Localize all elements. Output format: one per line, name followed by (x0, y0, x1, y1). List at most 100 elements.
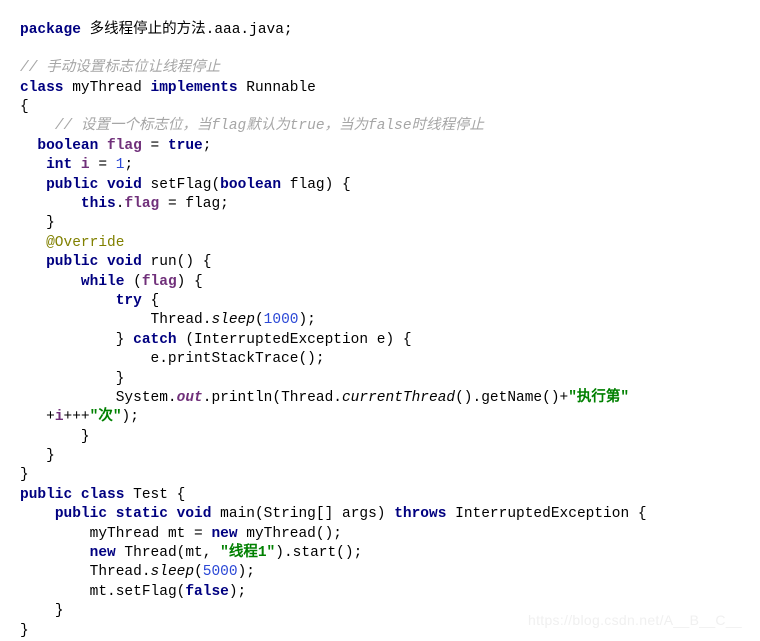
code-token (72, 157, 81, 173)
code-token: setFlag( (142, 177, 220, 193)
code-token: ; (124, 157, 133, 173)
code-token: i (81, 157, 90, 173)
code-line: } catch (InterruptedException e) { (0, 331, 760, 350)
code-token: ( (194, 564, 203, 580)
code-token: i (55, 409, 64, 425)
code-line: System.out.println(Thread.currentThread(… (0, 389, 760, 408)
code-token: InterruptedException { (446, 506, 646, 522)
code-token: flag) { (281, 177, 351, 193)
code-line: } (0, 447, 760, 466)
code-token: sleep (211, 312, 255, 328)
code-token: mt.setFlag( (90, 584, 186, 600)
code-token: new (90, 545, 116, 561)
code-line: // 设置一个标志位，当flag默认为true，当为false时线程停止 (0, 117, 760, 136)
code-token: Thread(mt, (116, 545, 220, 561)
code-token: (InterruptedException e) { (177, 332, 412, 348)
code-token: ).start(); (275, 545, 362, 561)
source-code-block[interactable]: package 多线程停止的方法.aaa.java;​// 手动设置标志位让线程… (0, 21, 760, 641)
code-token: } (116, 332, 133, 348)
code-token: void (107, 177, 142, 193)
code-token: } (55, 603, 64, 619)
code-token: myThread (64, 80, 151, 96)
code-line: Thread.sleep(5000); (0, 563, 760, 582)
code-token: false (185, 584, 229, 600)
code-token: ; (203, 138, 212, 154)
code-token: ( (255, 312, 264, 328)
code-token: "次" (90, 409, 122, 425)
code-line: int i = 1; (0, 156, 760, 175)
watermark-text: https://blog.csdn.net/A__B__C__ (528, 612, 742, 628)
code-line: public void setFlag(boolean flag) { (0, 176, 760, 195)
code-token: e.printStackTrace(); (151, 351, 325, 367)
code-line: } (0, 466, 760, 485)
code-token: boolean (37, 138, 98, 154)
code-token (72, 487, 81, 503)
code-token: new (211, 526, 237, 542)
code-token: catch (133, 332, 177, 348)
code-token: = (142, 138, 168, 154)
code-token: } (116, 371, 125, 387)
code-line: @Override (0, 234, 760, 253)
code-token: } (20, 467, 29, 483)
code-line: class myThread implements Runnable (0, 79, 760, 98)
code-token: public (20, 487, 72, 503)
code-token: } (20, 623, 29, 639)
code-line: public static void main(String[] args) t… (0, 505, 760, 524)
code-token: currentThread (342, 390, 455, 406)
code-token: = (90, 157, 116, 173)
code-token: myThread mt = (90, 526, 212, 542)
code-token: public (55, 506, 107, 522)
code-token: ); (229, 584, 246, 600)
code-token: myThread(); (238, 526, 342, 542)
code-token: flag (107, 138, 142, 154)
code-viewer: package 多线程停止的方法.aaa.java;​// 手动设置标志位让线程… (0, 0, 760, 634)
code-line: myThread mt = new myThread(); (0, 525, 760, 544)
code-line: public void run() { (0, 253, 760, 272)
code-token: } (46, 448, 55, 464)
code-line: ​ (0, 40, 760, 59)
code-line: } (0, 370, 760, 389)
code-token: ().getName()+ (455, 390, 568, 406)
code-token: } (81, 429, 90, 445)
code-line: this.flag = flag; (0, 195, 760, 214)
code-token: Thread. (90, 564, 151, 580)
code-token: void (177, 506, 212, 522)
code-token (98, 254, 107, 270)
code-token: Runnable (238, 80, 316, 96)
code-line: boolean flag = true; (0, 137, 760, 156)
code-token: public (46, 254, 98, 270)
code-token: flag (142, 274, 177, 290)
code-token: this (81, 196, 116, 212)
code-token: 5000 (203, 564, 238, 580)
code-token: ( (124, 274, 141, 290)
code-token: + (46, 409, 55, 425)
code-token: .println(Thread. (203, 390, 342, 406)
code-token: class (81, 487, 125, 503)
code-token: 多线程停止的方法.aaa.java; (81, 22, 293, 38)
code-token (98, 177, 107, 193)
code-token: implements (151, 80, 238, 96)
code-line: while (flag) { (0, 273, 760, 292)
code-token (168, 506, 177, 522)
code-line: package 多线程停止的方法.aaa.java; (0, 21, 760, 40)
code-token: ); (298, 312, 315, 328)
code-line: } (0, 214, 760, 233)
code-token: package (20, 22, 81, 38)
code-token: sleep (151, 564, 195, 580)
code-token: void (107, 254, 142, 270)
code-line: { (0, 98, 760, 117)
code-line: Thread.sleep(1000); (0, 311, 760, 330)
code-token: System. (116, 390, 177, 406)
code-token: @Override (46, 235, 124, 251)
code-token: 1000 (264, 312, 299, 328)
code-token: flag (124, 196, 159, 212)
code-token: { (20, 99, 29, 115)
code-line: public class Test { (0, 486, 760, 505)
code-token: true (168, 138, 203, 154)
code-token: main(String[] args) (211, 506, 394, 522)
code-token: boolean (220, 177, 281, 193)
code-token: class (20, 80, 64, 96)
code-token: } (46, 215, 55, 231)
code-token (98, 138, 107, 154)
code-line: +i+++"次"); (0, 408, 760, 427)
